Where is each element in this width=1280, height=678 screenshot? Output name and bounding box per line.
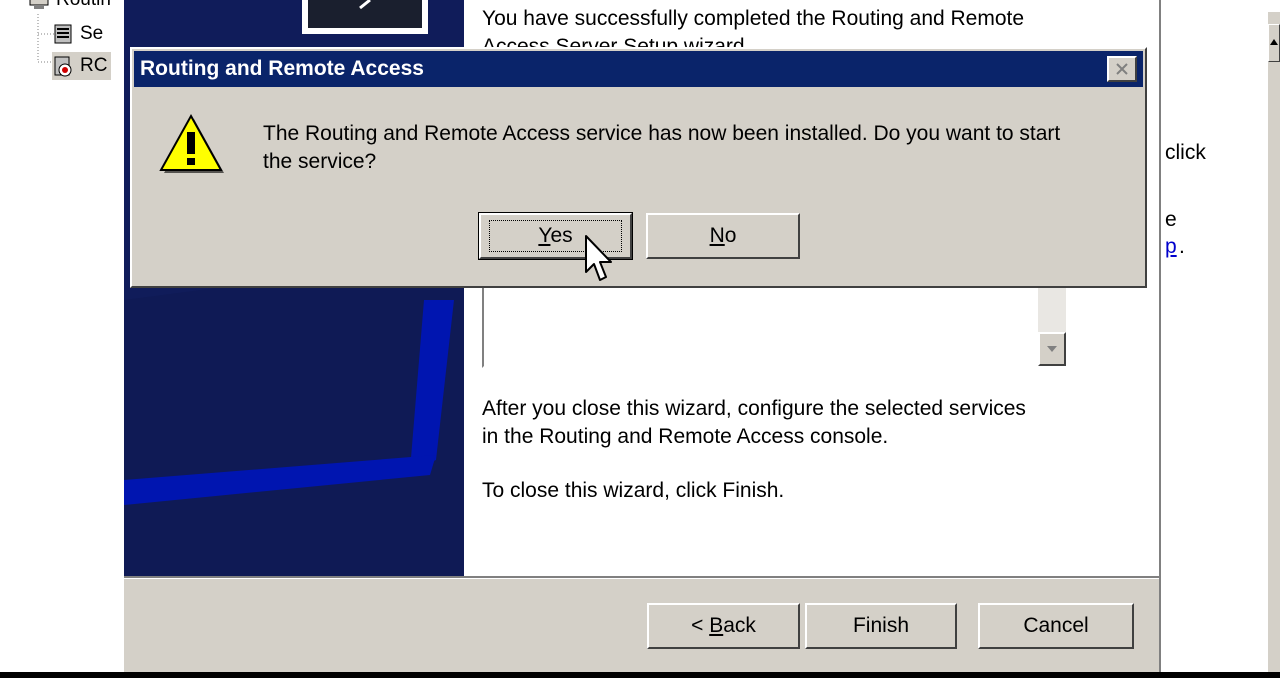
after-close-text: After you close this wizard, configure t… xyxy=(482,397,1026,448)
summary-listbox[interactable] xyxy=(482,282,1066,368)
server-status-icon xyxy=(54,24,72,44)
no-button[interactable]: No xyxy=(646,213,800,259)
message-text: The Routing and Remote Access service ha… xyxy=(263,122,1061,173)
tree-item-routing[interactable]: Routin xyxy=(28,0,111,14)
tree-item-server-status[interactable]: Se xyxy=(52,20,103,48)
message-box-title: Routing and Remote Access xyxy=(140,57,424,80)
arrow-cursor-icon xyxy=(585,235,612,281)
details-fragment: click xyxy=(1165,141,1206,164)
console-tree-pane: Routin Se RC xyxy=(0,0,126,672)
finish-button[interactable]: Finish xyxy=(805,603,957,649)
message-box-close-button[interactable] xyxy=(1107,56,1137,82)
back-button[interactable]: < Back xyxy=(647,603,800,649)
server-icon xyxy=(29,0,49,9)
tree-item-server[interactable]: RC xyxy=(52,52,112,80)
warning-icon xyxy=(159,113,224,173)
scroll-down-button[interactable] xyxy=(1038,332,1066,366)
details-scrollbar[interactable] xyxy=(1268,12,1280,672)
tree-item-label: Routin xyxy=(56,0,111,11)
details-help-link[interactable]: p xyxy=(1165,235,1177,259)
arrow-up-icon xyxy=(1270,39,1278,45)
server-stopped-icon xyxy=(54,56,72,77)
scroll-up-button[interactable] xyxy=(1268,24,1280,62)
details-fragment: e xyxy=(1165,208,1177,231)
arrow-down-icon xyxy=(1047,346,1057,352)
finish-instruction: To close this wizard, click Finish. xyxy=(482,479,785,502)
console-details-pane: click e p . xyxy=(1159,0,1280,672)
cancel-button[interactable]: Cancel xyxy=(978,603,1134,649)
wizard-separator xyxy=(124,576,1159,579)
close-icon xyxy=(1116,63,1128,75)
details-fragment: . xyxy=(1179,235,1185,258)
tree-item-label: Se xyxy=(80,23,104,44)
tree-item-label: RC xyxy=(80,55,108,76)
